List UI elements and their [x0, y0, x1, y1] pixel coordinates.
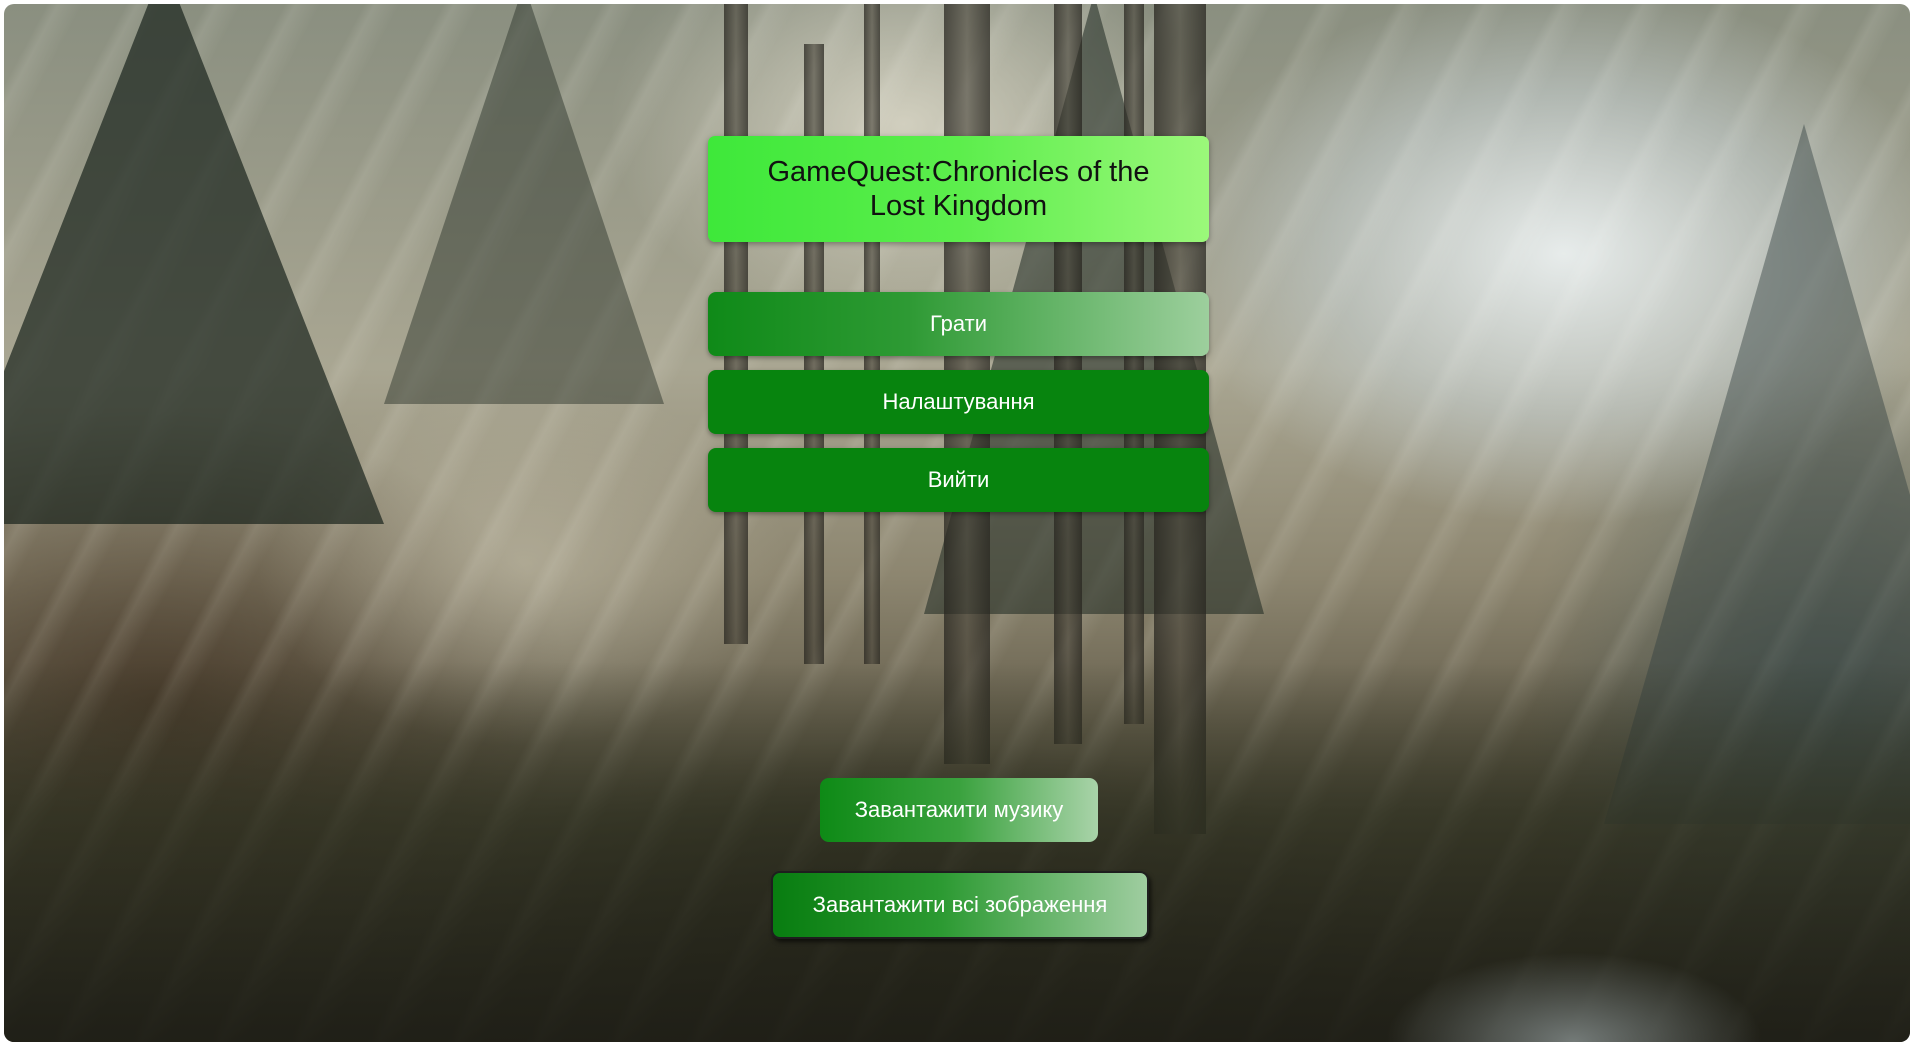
settings-button[interactable]: Налаштування — [708, 370, 1209, 434]
tree-silhouette — [384, 4, 664, 404]
load-images-button[interactable]: Завантажити всі зображення — [771, 871, 1149, 939]
game-title-panel: GameQuest:Chronicles of the Lost Kingdom — [708, 136, 1209, 242]
load-music-button[interactable]: Завантажити музику — [820, 778, 1098, 842]
tree-silhouette — [4, 4, 384, 524]
tree-trunk — [1124, 4, 1144, 724]
play-button[interactable]: Грати — [708, 292, 1209, 356]
exit-button[interactable]: Вийти — [708, 448, 1209, 512]
game-title: GameQuest:Chronicles of the Lost Kingdom — [767, 156, 1150, 222]
forest-road — [1384, 952, 1764, 1042]
